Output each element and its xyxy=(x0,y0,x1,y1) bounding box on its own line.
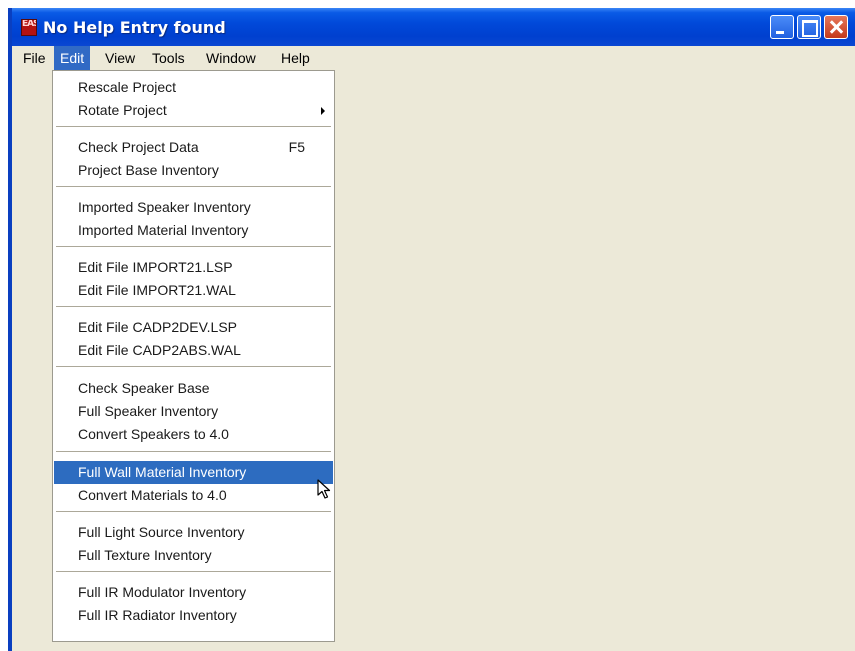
menu-item-convert-speakers[interactable]: Convert Speakers to 4.0 xyxy=(54,423,333,446)
menu-tools[interactable]: Tools xyxy=(146,46,191,70)
window-title: No Help Entry found xyxy=(43,18,226,37)
menu-item-full-ir-modulator-inventory[interactable]: Full IR Modulator Inventory xyxy=(54,581,333,604)
maximize-icon[interactable] xyxy=(797,15,821,39)
menu-bar: File Edit View Tools Window Help xyxy=(12,46,855,70)
menu-item-rescale-project[interactable]: Rescale Project xyxy=(54,76,333,99)
menu-separator xyxy=(56,571,331,573)
menu-separator xyxy=(56,511,331,513)
menu-item-edit-cadp2abs-wal[interactable]: Edit File CADP2ABS.WAL xyxy=(54,339,333,362)
menu-item-check-speaker-base[interactable]: Check Speaker Base xyxy=(54,377,333,400)
menu-separator xyxy=(56,246,331,248)
menu-item-imported-speaker-inventory[interactable]: Imported Speaker Inventory xyxy=(54,196,333,219)
menu-edit[interactable]: Edit xyxy=(54,46,91,70)
shortcut-label: F5 xyxy=(288,139,305,155)
menu-item-edit-cadp2dev-lsp[interactable]: Edit File CADP2DEV.LSP xyxy=(54,316,333,339)
menu-item-label: Check Project Data xyxy=(78,139,199,155)
menu-view[interactable]: View xyxy=(99,46,141,70)
menu-window[interactable]: Window xyxy=(200,46,262,70)
edit-dropdown-menu: Rescale Project Rotate Project Check Pro… xyxy=(52,70,335,642)
menu-item-full-texture-inventory[interactable]: Full Texture Inventory xyxy=(54,544,333,567)
title-bar[interactable]: EASE No Help Entry found xyxy=(12,8,855,46)
menu-separator xyxy=(56,126,331,128)
menu-item-full-speaker-inventory[interactable]: Full Speaker Inventory xyxy=(54,400,333,423)
menu-separator xyxy=(56,306,331,308)
menu-separator xyxy=(56,186,331,188)
menu-item-project-base-inventory[interactable]: Project Base Inventory xyxy=(54,159,333,182)
application-window: EASE No Help Entry found File Edit View … xyxy=(8,8,855,651)
menu-item-full-light-source-inventory[interactable]: Full Light Source Inventory xyxy=(54,521,333,544)
menu-item-check-project-data[interactable]: Check Project Data F5 xyxy=(54,136,333,159)
menu-item-imported-material-inventory[interactable]: Imported Material Inventory xyxy=(54,219,333,242)
submenu-arrow-icon xyxy=(321,107,325,115)
minimize-icon[interactable] xyxy=(770,15,794,39)
menu-item-rotate-project[interactable]: Rotate Project xyxy=(54,99,333,122)
menu-item-full-ir-radiator-inventory[interactable]: Full IR Radiator Inventory xyxy=(54,604,333,627)
menu-help[interactable]: Help xyxy=(275,46,316,70)
menu-item-label: Rotate Project xyxy=(78,102,167,118)
menu-item-edit-import21-wal[interactable]: Edit File IMPORT21.WAL xyxy=(54,279,333,302)
mouse-pointer-icon xyxy=(317,479,331,499)
close-icon[interactable] xyxy=(824,15,848,39)
menu-file[interactable]: File xyxy=(17,46,52,70)
menu-item-convert-materials[interactable]: Convert Materials to 4.0 xyxy=(54,484,333,507)
menu-item-edit-import21-lsp[interactable]: Edit File IMPORT21.LSP xyxy=(54,256,333,279)
app-logo-icon[interactable]: EASE xyxy=(21,19,37,36)
menu-item-full-wall-material-inventory[interactable]: Full Wall Material Inventory xyxy=(54,461,333,484)
menu-separator xyxy=(56,366,331,368)
menu-separator xyxy=(56,451,331,453)
